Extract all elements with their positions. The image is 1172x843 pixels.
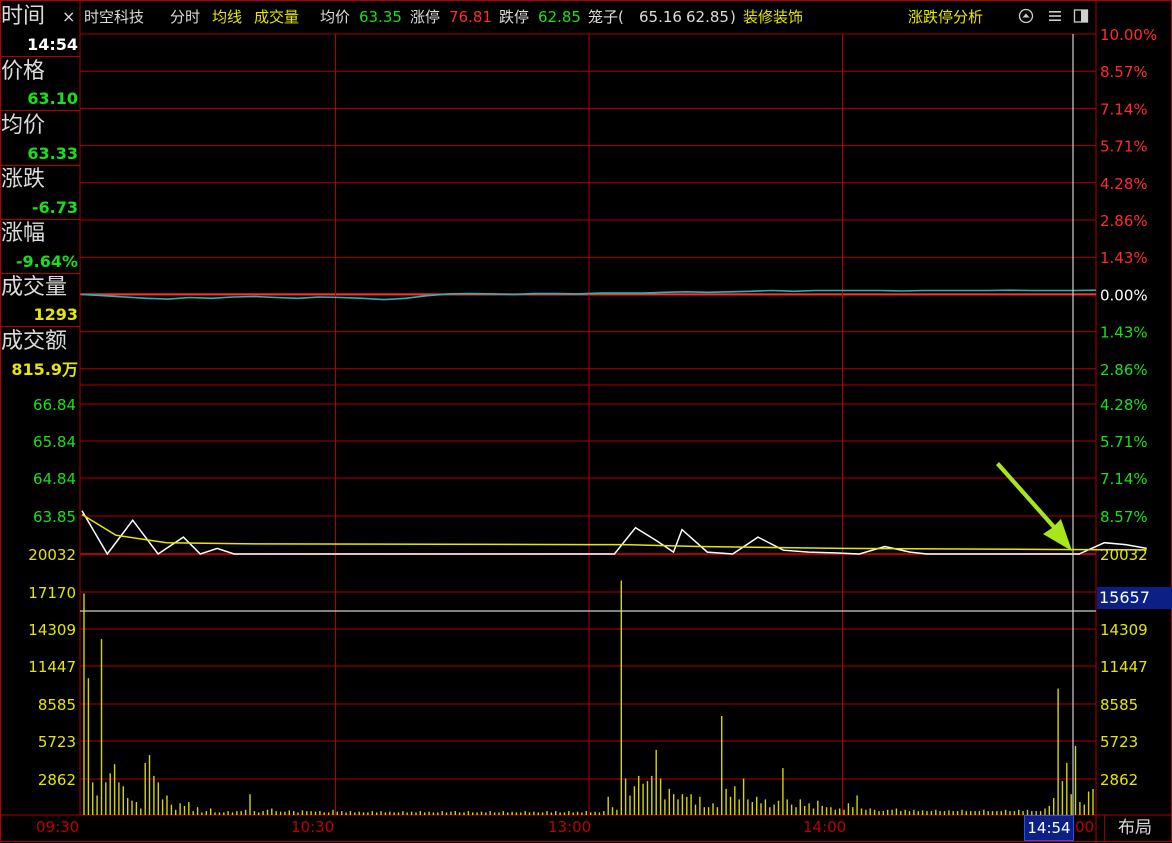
amount-label: 成交额 — [1, 329, 68, 354]
left-axis-tick: 17170 — [28, 584, 76, 602]
left-axis-tick: 66.84 — [33, 396, 76, 414]
change-value: -6.73 — [31, 198, 78, 217]
limit-down-value: 62.85 — [538, 8, 581, 26]
stock-name[interactable]: 时空科技 — [84, 0, 144, 34]
time-tick: 13:00 — [548, 818, 592, 836]
right-axis-tick: 8.57% — [1100, 63, 1148, 81]
avg-label: 均价 — [1, 113, 46, 138]
quote-info-panel: 时间 14:54 价格 63.10 均价 63.33 涨跌 -6.73 涨幅 -… — [0, 0, 80, 385]
info-divider — [0, 326, 80, 327]
time-tick: 00 — [1075, 818, 1095, 836]
right-axis-tick: 5723 — [1100, 733, 1138, 751]
limit-up-value: 76.81 — [449, 8, 492, 26]
right-axis-tick: 2.86% — [1100, 361, 1148, 379]
tab-avg-line[interactable]: 均线 — [212, 0, 242, 34]
cage-close: ) — [730, 8, 736, 26]
change-label: 涨跌 — [1, 167, 46, 192]
axis-labels: 10.00% 8.57% 7.14% 5.71% 4.28% 2.86% 1.43% 0.00… — [28, 26, 1157, 789]
annotation-arrow — [996, 462, 1072, 551]
chart-window[interactable]: 10.00% 8.57% 7.14% 5.71% 4.28% 2.86% 1.43% 0.00… — [0, 0, 1172, 843]
time-tick: 09:30 — [36, 818, 80, 836]
right-axis-tick: 20032 — [1100, 546, 1148, 564]
left-axis-tick: 65.84 — [33, 433, 76, 451]
right-axis-tick: 4.28% — [1100, 396, 1148, 414]
layout-button[interactable]: 布局 — [1104, 815, 1165, 841]
overlay — [80, 34, 1096, 815]
right-axis-tick: 10.00% — [1100, 26, 1157, 44]
left-axis-tick: 63.85 — [33, 508, 76, 526]
right-axis-tick: 1.43% — [1100, 324, 1148, 342]
right-axis-tick: 5.71% — [1100, 433, 1148, 451]
left-axis-tick: 8585 — [38, 696, 76, 714]
right-axis-tick: 0.00% — [1100, 286, 1148, 304]
left-axis-tick: 5723 — [38, 733, 76, 751]
avg-price-value: 63.35 — [359, 8, 402, 26]
window-frame — [0, 0, 1172, 842]
right-axis-tick: 7.14% — [1100, 470, 1148, 488]
avg-price-line — [81, 513, 1147, 551]
info-divider — [0, 56, 80, 57]
time-value: 14:54 — [27, 35, 78, 54]
right-axis-tick: 2.86% — [1100, 212, 1148, 230]
right-axis-tick: 2862 — [1100, 771, 1138, 789]
close-icon[interactable]: × — [62, 7, 75, 26]
avg-value: 63.33 — [27, 144, 78, 163]
info-divider — [0, 219, 80, 220]
price-line — [81, 510, 1147, 556]
menu-icon[interactable] — [1047, 8, 1063, 24]
cage-value-1: 65.16 — [639, 8, 682, 26]
cage-value-2: 62.85 — [686, 8, 729, 26]
limit-down-label: 跌停 — [499, 8, 530, 26]
window-toggle-icon[interactable] — [1073, 8, 1089, 24]
crosshair-time-readout: 14:54 — [1024, 815, 1074, 841]
cage-label: 笼子( — [588, 8, 624, 26]
left-axis-tick: 64.84 — [33, 470, 76, 488]
right-axis-tick: 8585 — [1100, 696, 1138, 714]
crosshair-volume-readout: 15657 — [1097, 587, 1172, 609]
amount-value: 815.9万 — [11, 360, 78, 379]
time-label: 时间 — [1, 4, 46, 29]
right-axis-tick: 11447 — [1100, 658, 1148, 676]
limit-up-label: 涨停 — [410, 8, 441, 26]
tab-volume[interactable]: 成交量 — [254, 0, 299, 34]
time-tick: 14:00 — [803, 818, 847, 836]
left-axis-tick: 11447 — [28, 658, 76, 676]
info-divider — [0, 273, 80, 274]
right-axis-tick: 14309 — [1100, 621, 1148, 639]
grid — [0, 0, 1172, 843]
price-value: 63.10 — [27, 89, 78, 108]
sector-link[interactable]: 装修装饰 — [743, 0, 803, 34]
info-divider — [0, 110, 80, 111]
price-label: 价格 — [1, 59, 46, 84]
left-axis-tick: 2862 — [38, 771, 76, 789]
avg-price-label: 均价 — [320, 8, 351, 26]
left-axis-tick: 14309 — [28, 621, 76, 639]
volume-label: 成交量 — [1, 275, 68, 300]
time-tick: 10:30 — [291, 818, 335, 836]
volume-value: 1293 — [33, 305, 78, 324]
chart-header: 时空科技 分时 均线 成交量 均价 63.35 涨停 76.81 跌停 62.8… — [80, 0, 1096, 34]
pct-label: 涨幅 — [1, 221, 46, 246]
right-axis-tick: 1.43% — [1100, 249, 1148, 267]
pct-value: -9.64% — [15, 252, 78, 271]
right-axis-tick: 7.14% — [1100, 100, 1148, 118]
price-panel — [81, 510, 1147, 556]
chart-canvas[interactable]: 10.00% 8.57% 7.14% 5.71% 4.28% 2.86% 1.43% 0.00… — [0, 0, 1172, 843]
right-axis-tick: 5.71% — [1100, 138, 1148, 156]
right-axis-tick: 4.28% — [1100, 175, 1148, 193]
page-up-icon[interactable] — [1018, 8, 1034, 24]
tab-fenshi[interactable]: 分时 — [170, 0, 200, 34]
left-axis-tick: 20032 — [28, 546, 76, 564]
limit-analysis-link[interactable]: 涨跌停分析 — [908, 0, 983, 34]
info-divider — [0, 165, 80, 166]
right-axis-tick: 8.57% — [1100, 508, 1148, 526]
